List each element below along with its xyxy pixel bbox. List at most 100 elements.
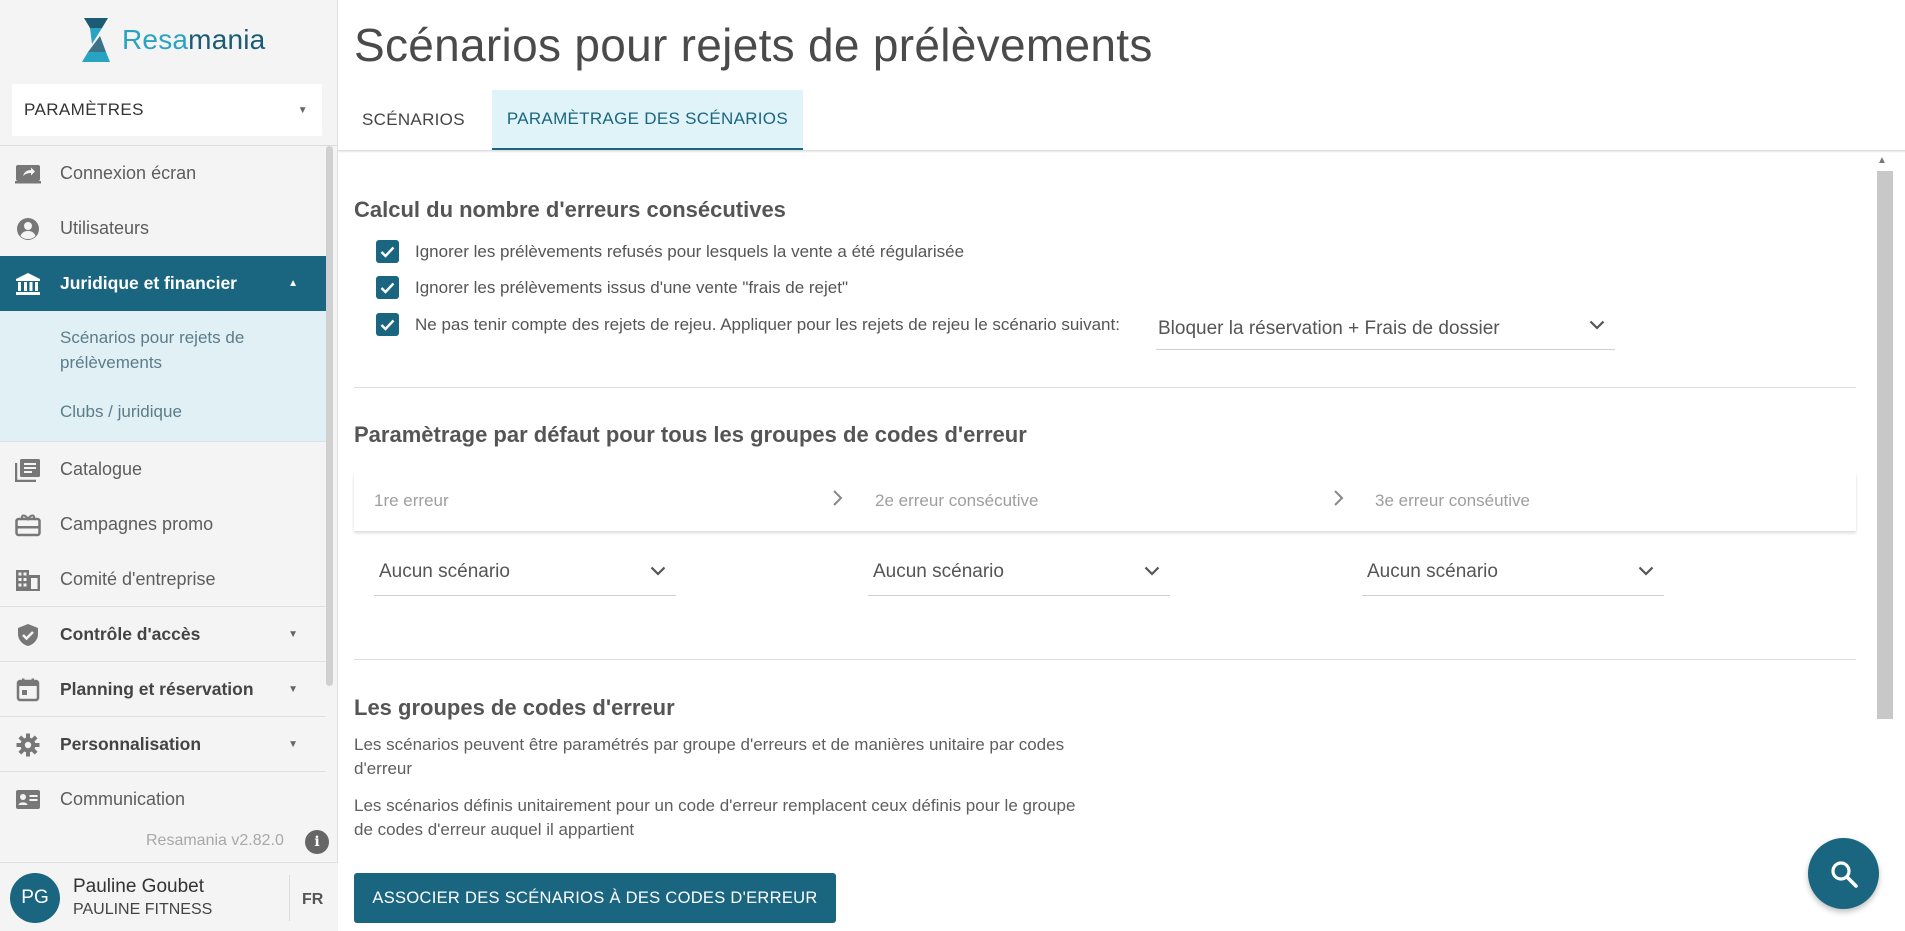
check-icon xyxy=(380,282,395,294)
search-fab-button[interactable] xyxy=(1808,838,1879,909)
user-bar: PG Pauline Goubet PAULINE FITNESS FR xyxy=(0,862,338,931)
sidebar-submenu-juridique: Scénarios pour rejets de prélèvements Cl… xyxy=(0,311,326,442)
sidebar-subitem-clubs-juridique[interactable]: Clubs / juridique xyxy=(0,383,326,441)
chevron-down-icon xyxy=(1638,566,1654,576)
checkbox-checked[interactable] xyxy=(376,240,399,263)
scroll-up-arrow-icon[interactable]: ▲ xyxy=(1877,155,1887,166)
sidebar-item-utilisateurs[interactable]: Utilisateurs xyxy=(0,201,326,256)
description-line: Les scénarios peuvent être paramétrés pa… xyxy=(354,735,1065,754)
logo-text-part1: Resa xyxy=(122,24,189,55)
sidebar-item-connexion-ecran[interactable]: Connexion écran xyxy=(0,146,326,201)
avatar[interactable]: PG xyxy=(10,873,60,923)
logo-text-part2: mania xyxy=(188,24,266,55)
section-select-value: PARAMÈTRES xyxy=(24,100,144,119)
info-icon[interactable]: i xyxy=(305,830,329,854)
resamania-logo-icon xyxy=(82,18,110,62)
checkbox-checked[interactable] xyxy=(376,313,399,336)
caret-down-icon: ▼ xyxy=(288,683,298,695)
chevron-down-icon xyxy=(1589,320,1605,330)
sidebar-item-label: Comité d'entreprise xyxy=(60,568,216,589)
resamania-logo[interactable]: Resamania xyxy=(80,14,265,66)
user-bar-divider xyxy=(289,875,290,921)
replay-scenario-select[interactable]: Bloquer la réservation + Frais de dossie… xyxy=(1156,308,1615,350)
sidebar-item-planning-reservation[interactable]: Planning et réservation ▼ xyxy=(0,662,326,717)
sidebar-item-label: Campagnes promo xyxy=(60,514,214,534)
checkbox-label: Ignorer les prélèvements issus d'une ven… xyxy=(415,277,848,297)
checkbox-row-ignore-frais-rejet[interactable]: Ignorer les prélèvements issus d'une ven… xyxy=(376,276,848,299)
section-title-parametrage-defaut: Paramètrage par défaut pour tous les gro… xyxy=(354,422,1027,447)
associate-scenarios-button[interactable]: ASSOCIER DES SCÉNARIOS À DES CODES D'ERR… xyxy=(354,873,836,923)
calendar-icon xyxy=(16,678,40,702)
sidebar: Resamania PARAMÈTRES ▼ Connexion écran U… xyxy=(0,0,338,931)
sidebar-item-juridique-financier[interactable]: Juridique et financier ▲ xyxy=(0,256,326,311)
section-title-erreurs-consecutives: Calcul du nombre d'erreurs consécutives xyxy=(354,197,786,222)
sidebar-subitem-scenarios-rejets[interactable]: Scénarios pour rejets de prélèvements xyxy=(0,311,326,383)
error-steps-header: 1re erreur 2e erreur consécutive 3e erre… xyxy=(354,473,1856,531)
subitem-label: Clubs / juridique xyxy=(60,402,182,421)
sidebar-item-personnalisation[interactable]: Personnalisation ▼ xyxy=(0,717,326,772)
description-groupes-1: Les scénarios peuvent être paramétrés pa… xyxy=(354,733,1114,781)
gear-icon xyxy=(16,733,40,757)
shield-check-icon xyxy=(18,624,38,646)
description-line: d'erreur xyxy=(354,759,413,778)
scenario-select-value: Aucun scénario xyxy=(873,560,1004,582)
page-title: Scénarios pour rejets de prélèvements xyxy=(354,19,1153,71)
scenario-select-erreur-2[interactable]: Aucun scénario xyxy=(868,548,1170,596)
sidebar-item-label: Utilisateurs xyxy=(60,218,150,238)
scenario-select-value: Aucun scénario xyxy=(1367,560,1498,582)
main-scrollbar[interactable] xyxy=(1877,171,1893,719)
main-content: Calcul du nombre d'erreurs consécutives … xyxy=(354,153,1857,931)
caret-down-icon: ▼ xyxy=(288,628,298,640)
bank-icon xyxy=(16,273,40,295)
sidebar-item-communication[interactable]: Communication xyxy=(0,772,326,826)
checkbox-row-rejets-rejeu[interactable]: Ne pas tenir compte des rejets de rejeu.… xyxy=(376,313,1120,336)
sidebar-menu: Connexion écran Utilisateurs Juridique e… xyxy=(0,146,326,826)
replay-scenario-value: Bloquer la réservation + Frais de dossie… xyxy=(1158,317,1500,339)
caret-down-icon: ▼ xyxy=(297,105,308,116)
search-icon xyxy=(1830,860,1858,888)
tab-scenarios[interactable]: SCÉNARIOS xyxy=(350,90,477,150)
sidebar-item-label: Personnalisation xyxy=(60,733,202,754)
chevron-down-icon xyxy=(650,566,666,576)
scenario-select-erreur-3[interactable]: Aucun scénario xyxy=(1362,548,1664,596)
checkbox-label: Ignorer les prélèvements refusés pour le… xyxy=(415,241,965,261)
scenario-select-value: Aucun scénario xyxy=(379,560,510,582)
chevron-down-icon xyxy=(1144,566,1160,576)
step-2e-erreur: 2e erreur consécutive xyxy=(875,491,1039,510)
sidebar-item-campagnes-promo[interactable]: Campagnes promo xyxy=(0,497,326,552)
section-divider xyxy=(354,387,1856,388)
description-line: Les scénarios définis unitairement pour … xyxy=(354,796,1076,815)
sidebar-item-controle-acces[interactable]: Contrôle d'accès ▼ xyxy=(0,607,326,662)
sidebar-item-label: Catalogue xyxy=(60,459,143,479)
sidebar-scrollbar[interactable] xyxy=(326,146,333,686)
sidebar-item-catalogue[interactable]: Catalogue xyxy=(0,442,326,497)
scenario-select-erreur-1[interactable]: Aucun scénario xyxy=(374,548,676,596)
subitem-label-line2: prélèvements xyxy=(60,353,163,372)
sidebar-item-label: Connexion écran xyxy=(60,163,197,183)
caret-down-icon: ▼ xyxy=(288,738,298,750)
checkbox-label: Ne pas tenir compte des rejets de rejeu.… xyxy=(415,314,1120,334)
checkbox-row-ignore-regularisee[interactable]: Ignorer les prélèvements refusés pour le… xyxy=(376,240,964,263)
step-3e-erreur: 3e erreur conséutive xyxy=(1375,491,1530,510)
description-line: de codes d'erreur auquel il appartient xyxy=(354,820,635,839)
language-selector[interactable]: FR xyxy=(302,891,323,909)
sidebar-item-label: Planning et réservation xyxy=(60,678,254,699)
app-version: Resamania v2.82.0 xyxy=(146,832,284,849)
chevron-right-icon xyxy=(1334,490,1344,506)
section-select[interactable]: PARAMÈTRES ▼ xyxy=(12,84,322,136)
sidebar-item-label: Communication xyxy=(60,789,186,809)
description-groupes-2: Les scénarios définis unitairement pour … xyxy=(354,794,1114,842)
sidebar-item-label: Juridique et financier xyxy=(60,273,237,293)
building-icon xyxy=(16,570,40,591)
gift-card-icon xyxy=(15,514,41,537)
chevron-right-icon xyxy=(833,490,843,506)
tab-parametrage-scenarios[interactable]: PARAMÈTRAGE DES SCÉNARIOS xyxy=(491,90,803,150)
checkbox-checked[interactable] xyxy=(376,276,399,299)
step-1re-erreur: 1re erreur xyxy=(374,491,449,510)
catalog-icon xyxy=(15,459,40,482)
sidebar-item-comite-entreprise[interactable]: Comité d'entreprise xyxy=(0,552,326,607)
check-icon xyxy=(380,246,395,258)
section-divider xyxy=(354,659,1856,660)
sidebar-item-label: Contrôle d'accès xyxy=(60,623,201,644)
user-name: Pauline Goubet xyxy=(73,876,204,897)
